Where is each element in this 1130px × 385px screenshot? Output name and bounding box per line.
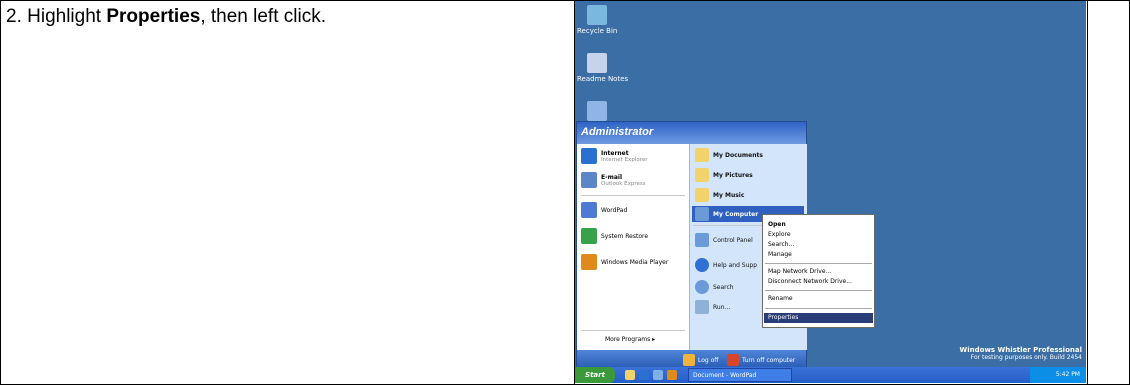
desktop-icon-readme-notes[interactable]: Readme Notes bbox=[575, 53, 645, 83]
instruction-text: 2. Highlight Properties, then left click… bbox=[6, 6, 326, 28]
notes-icon bbox=[587, 53, 607, 73]
clock: 5:42 PM bbox=[1055, 371, 1080, 378]
help-icon bbox=[695, 258, 709, 272]
run-icon bbox=[695, 300, 709, 314]
instruction-rest: , then left click. bbox=[200, 6, 326, 27]
computer-icon bbox=[695, 207, 709, 221]
start-button[interactable]: Start bbox=[575, 367, 615, 383]
context-item-rename[interactable]: Rename bbox=[768, 295, 793, 302]
taskbar: Start Document - WordPad 5:42 PM bbox=[575, 367, 1086, 383]
recycle-bin-icon bbox=[587, 5, 607, 25]
context-separator bbox=[765, 290, 872, 291]
menu-item-email[interactable]: E-mail Outlook Express bbox=[581, 172, 646, 188]
watermark: Windows Whistler Professional For testin… bbox=[960, 346, 1082, 361]
media-icon[interactable] bbox=[667, 370, 677, 380]
menu-item-my-music[interactable]: My Music bbox=[695, 188, 744, 202]
desktop-icon[interactable] bbox=[653, 370, 663, 380]
browser-icon[interactable] bbox=[639, 370, 649, 380]
context-item-map-drive[interactable]: Map Network Drive... bbox=[768, 268, 831, 275]
menu-item-wordpad[interactable]: WordPad bbox=[581, 202, 627, 218]
context-item-explore[interactable]: Explore bbox=[768, 231, 791, 238]
log-off-icon bbox=[683, 354, 695, 366]
watermark-line1: Windows Whistler Professional bbox=[959, 346, 1082, 354]
watermark-line2: For testing purposes only. Build 2454 bbox=[970, 354, 1082, 361]
desktop-screenshot: Recycle Bin Readme Notes Windows Whistle… bbox=[575, 1, 1086, 383]
context-item-manage[interactable]: Manage bbox=[768, 251, 792, 258]
context-item-open[interactable]: Open bbox=[768, 221, 786, 228]
internet-explorer-icon bbox=[581, 148, 597, 164]
computer-icon bbox=[587, 101, 607, 121]
menu-item-help[interactable]: Help and Supp bbox=[695, 258, 757, 272]
folder-icon bbox=[695, 188, 709, 202]
menu-item-my-documents[interactable]: My Documents bbox=[695, 148, 763, 162]
menu-item-run[interactable]: Run... bbox=[695, 300, 730, 314]
context-item-disconnect-drive[interactable]: Disconnect Network Drive... bbox=[768, 278, 852, 285]
context-item-properties[interactable]: Properties bbox=[768, 314, 798, 321]
folder-icon bbox=[695, 148, 709, 162]
media-player-icon bbox=[581, 254, 597, 270]
context-separator bbox=[765, 263, 872, 264]
context-item-search[interactable]: Search... bbox=[768, 241, 794, 248]
search-icon bbox=[695, 280, 709, 294]
taskbar-wordpad[interactable]: Document - WordPad bbox=[688, 368, 792, 382]
turn-off-button[interactable]: Turn off computer bbox=[727, 354, 795, 366]
email-icon bbox=[581, 172, 597, 188]
menu-item-my-computer[interactable]: My Computer bbox=[695, 207, 758, 221]
menu-item-control-panel[interactable]: Control Panel bbox=[695, 233, 753, 247]
menu-item-system-restore[interactable]: System Restore bbox=[581, 228, 648, 244]
menu-separator bbox=[581, 330, 685, 331]
system-tray: 5:42 PM bbox=[1030, 367, 1086, 383]
power-icon bbox=[727, 354, 739, 366]
more-programs[interactable]: More Programs ▸ bbox=[605, 336, 655, 343]
menu-separator bbox=[581, 195, 685, 196]
context-menu: Open Explore Search... Manage Map Networ… bbox=[762, 214, 875, 328]
column-divider bbox=[1087, 1, 1088, 384]
wordpad-icon bbox=[581, 202, 597, 218]
menu-item-media-player[interactable]: Windows Media Player bbox=[581, 254, 668, 270]
desktop-icon-partial[interactable] bbox=[575, 101, 645, 123]
menu-item-search[interactable]: Search bbox=[695, 280, 734, 294]
desktop-icon-label: Recycle Bin bbox=[577, 27, 618, 35]
context-separator bbox=[765, 308, 872, 309]
log-off-button[interactable]: Log off bbox=[683, 354, 718, 366]
start-menu-user: Administrator bbox=[577, 122, 806, 144]
desktop-icon-label: Readme Notes bbox=[577, 75, 629, 83]
quick-launch-icon[interactable] bbox=[625, 370, 635, 380]
instruction-step: 2. Highlight bbox=[6, 6, 107, 27]
menu-item-internet[interactable]: Internet Internet Explorer bbox=[581, 148, 648, 164]
system-restore-icon bbox=[581, 228, 597, 244]
menu-item-my-pictures[interactable]: My Pictures bbox=[695, 168, 753, 182]
desktop-icon-recycle-bin[interactable]: Recycle Bin bbox=[575, 5, 645, 35]
control-panel-icon bbox=[695, 233, 709, 247]
instruction-keyword: Properties bbox=[106, 6, 201, 27]
folder-icon bbox=[695, 168, 709, 182]
